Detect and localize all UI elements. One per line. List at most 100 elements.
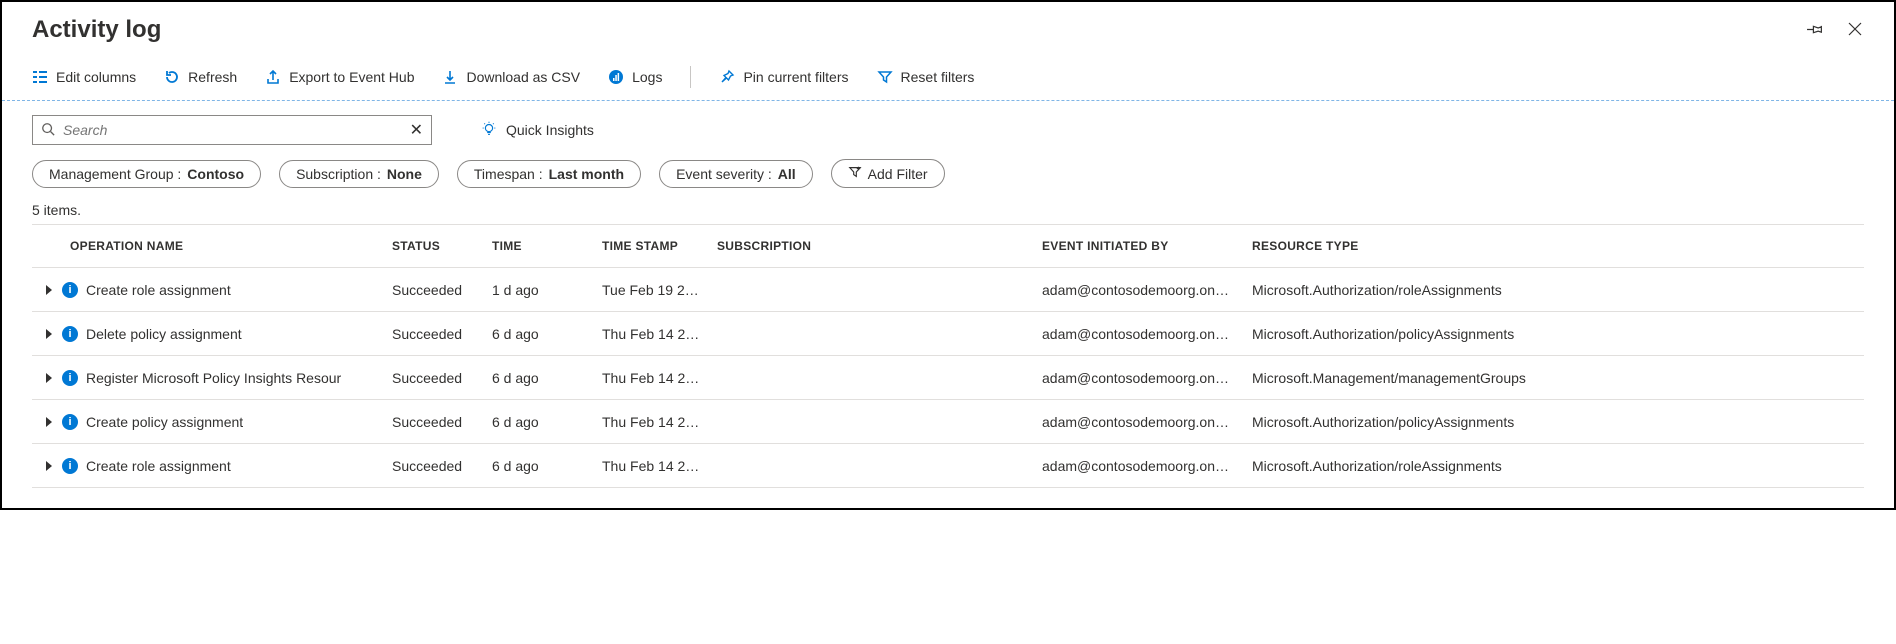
info-icon: i	[62, 326, 78, 342]
add-filter-button[interactable]: Add Filter	[831, 159, 945, 188]
filter-pill-severity[interactable]: Event severity : All	[659, 160, 813, 188]
status-cell: Succeeded	[392, 282, 492, 298]
download-csv-button[interactable]: Download as CSV	[442, 69, 580, 85]
resource-type-cell: Microsoft.Authorization/roleAssignments	[1252, 458, 1652, 474]
refresh-button[interactable]: Refresh	[164, 69, 237, 85]
blade-header: Activity log	[2, 2, 1894, 50]
filter-pill-label: Timespan :	[474, 166, 543, 182]
page-title: Activity log	[32, 16, 161, 44]
search-box[interactable]: ✕	[32, 115, 432, 145]
filter-pill-value: None	[387, 166, 422, 182]
time-cell: 6 d ago	[492, 458, 602, 474]
status-cell: Succeeded	[392, 414, 492, 430]
initiated-cell: adam@contosodemoorg.on…	[1042, 458, 1252, 474]
download-csv-label: Download as CSV	[466, 69, 580, 85]
search-input[interactable]	[63, 122, 402, 138]
close-icon[interactable]	[1846, 20, 1864, 41]
operation-name: Delete policy assignment	[86, 326, 242, 342]
reset-filters-icon	[877, 69, 893, 85]
filter-row: Management Group : Contoso Subscription …	[2, 155, 1894, 202]
time-cell: 6 d ago	[492, 370, 602, 386]
grid-body: iCreate role assignmentSucceeded1 d agoT…	[32, 268, 1864, 488]
status-cell: Succeeded	[392, 326, 492, 342]
header-actions	[1806, 20, 1864, 41]
command-bar: Edit columns Refresh Export to Event Hub…	[2, 56, 1894, 101]
pin-filters-label: Pin current filters	[743, 69, 848, 85]
refresh-label: Refresh	[188, 69, 237, 85]
item-count: 5 items.	[2, 202, 1894, 224]
status-cell: Succeeded	[392, 458, 492, 474]
status-cell: Succeeded	[392, 370, 492, 386]
logs-button[interactable]: Logs	[608, 69, 662, 85]
clear-search-icon[interactable]: ✕	[410, 120, 423, 140]
table-row[interactable]: iCreate policy assignmentSucceeded6 d ag…	[32, 400, 1864, 444]
filter-pill-subscription[interactable]: Subscription : None	[279, 160, 439, 188]
table-row[interactable]: i Create role assignment Succeeded6 d agoT…	[32, 444, 1864, 488]
col-status[interactable]: Status	[392, 239, 492, 253]
pin-filters-button[interactable]: Pin current filters	[719, 69, 848, 85]
operation-name: Create policy assignment	[86, 414, 243, 430]
initiated-cell: adam@contosodemoorg.on…	[1042, 370, 1252, 386]
col-subscription[interactable]: Subscription	[717, 239, 1042, 253]
add-filter-icon	[848, 165, 862, 182]
resource-type-cell: Microsoft.Authorization/policyAssignment…	[1252, 326, 1652, 342]
initiated-cell: adam@contosodemoorg.on…	[1042, 414, 1252, 430]
export-icon	[265, 69, 281, 85]
separator	[690, 66, 691, 88]
col-time[interactable]: Time	[492, 239, 602, 253]
edit-columns-label: Edit columns	[56, 69, 136, 85]
add-filter-label: Add Filter	[868, 166, 928, 182]
search-row: ✕ Quick Insights	[2, 101, 1894, 155]
info-icon: i	[62, 370, 78, 386]
timestamp-cell: Thu Feb 14 2…	[602, 370, 717, 386]
activity-grid: Operation name Status Time Time stamp Su…	[2, 224, 1894, 508]
info-icon: i	[62, 458, 78, 474]
refresh-icon	[164, 69, 180, 85]
table-row[interactable]: i Register Microsoft Policy Insights Reso…	[32, 356, 1864, 400]
expand-caret-icon[interactable]	[46, 285, 52, 295]
quick-insights-button[interactable]: Quick Insights	[480, 120, 594, 141]
timestamp-cell: Tue Feb 19 2…	[602, 282, 717, 298]
operation-name: Create role assignment	[86, 282, 231, 298]
filter-pill-value: All	[778, 166, 796, 182]
download-icon	[442, 69, 458, 85]
col-timestamp[interactable]: Time stamp	[602, 239, 717, 253]
initiated-cell: adam@contosodemoorg.on…	[1042, 326, 1252, 342]
filter-pill-value: Contoso	[187, 166, 244, 182]
grid-header: Operation name Status Time Time stamp Su…	[32, 224, 1864, 268]
edit-columns-button[interactable]: Edit columns	[32, 69, 136, 85]
time-cell: 1 d ago	[492, 282, 602, 298]
filter-pill-label: Subscription :	[296, 166, 381, 182]
resource-type-cell: Microsoft.Authorization/roleAssignments	[1252, 282, 1652, 298]
col-operation[interactable]: Operation name	[32, 239, 392, 253]
columns-icon	[32, 69, 48, 85]
filter-pill-management-group[interactable]: Management Group : Contoso	[32, 160, 261, 188]
export-button[interactable]: Export to Event Hub	[265, 69, 414, 85]
resource-type-cell: Microsoft.Authorization/policyAssignment…	[1252, 414, 1652, 430]
export-label: Export to Event Hub	[289, 69, 414, 85]
timestamp-cell: Thu Feb 14 2…	[602, 458, 717, 474]
time-cell: 6 d ago	[492, 326, 602, 342]
expand-caret-icon[interactable]	[46, 461, 52, 471]
operation-name: Create role assignment	[86, 458, 231, 474]
expand-caret-icon[interactable]	[46, 417, 52, 427]
initiated-cell: adam@contosodemoorg.on…	[1042, 282, 1252, 298]
col-initiated[interactable]: Event initiated by	[1042, 239, 1252, 253]
filter-pill-label: Management Group :	[49, 166, 181, 182]
operation-name: Register Microsoft Policy Insights Resou…	[86, 370, 341, 386]
pin-icon[interactable]	[1806, 20, 1824, 41]
activity-log-blade: Activity log Edit columns Refresh	[0, 0, 1896, 510]
table-row[interactable]: i Delete policy assignment Succeeded6 d ag…	[32, 312, 1864, 356]
timestamp-cell: Thu Feb 14 2…	[602, 414, 717, 430]
table-row[interactable]: i Create role assignment Succeeded1 d agoT…	[32, 268, 1864, 312]
col-resource-type[interactable]: Resource type	[1252, 239, 1652, 253]
reset-filters-button[interactable]: Reset filters	[877, 69, 975, 85]
logs-label: Logs	[632, 69, 662, 85]
expand-caret-icon[interactable]	[46, 329, 52, 339]
expand-caret-icon[interactable]	[46, 373, 52, 383]
filter-pill-label: Event severity :	[676, 166, 772, 182]
resource-type-cell: Microsoft.Management/managementGroups	[1252, 370, 1652, 386]
info-icon: i	[62, 282, 78, 298]
lightbulb-icon	[480, 120, 498, 141]
filter-pill-timespan[interactable]: Timespan : Last month	[457, 160, 641, 188]
